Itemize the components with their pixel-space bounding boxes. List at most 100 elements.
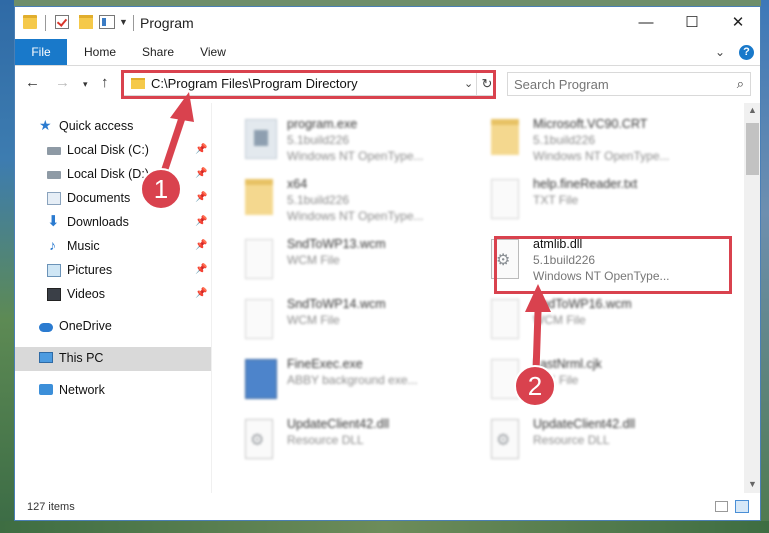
sidebar-item-downloads[interactable]: ⬇ Downloads 📌: [15, 211, 211, 235]
up-button[interactable]: ↑: [101, 74, 109, 91]
sidebar-item-onedrive[interactable]: OneDrive: [15, 315, 211, 339]
annotation-badge-2: 2: [514, 365, 556, 407]
sidebar-item-local-disk-d[interactable]: Local Disk (D:) 📌: [15, 163, 211, 187]
annotation-highlight-address: [121, 70, 496, 99]
sidebar-item-label: Videos: [67, 287, 105, 301]
pin-icon[interactable]: 📌: [195, 264, 207, 275]
annotation-highlight-file: [494, 236, 732, 294]
maximize-button[interactable]: ☐: [669, 7, 715, 39]
details-view-icon[interactable]: [715, 501, 728, 512]
ribbon-tabs: File Home Share View ⌄ ?: [15, 39, 760, 66]
file-item[interactable]: x64 5.1build226 Windows NT OpenType...: [235, 171, 475, 227]
toolbar-separator: [45, 15, 46, 31]
file-name: FineExec.exe: [287, 357, 363, 371]
vertical-scrollbar[interactable]: ▲ ▼: [744, 103, 760, 493]
sidebar-item-network[interactable]: Network: [15, 379, 211, 403]
search-input[interactable]: [514, 76, 724, 92]
file-name: UpdateClient42.dll: [287, 417, 390, 431]
file-name: UpdateClient42.dll: [533, 417, 636, 431]
close-button[interactable]: ✕: [715, 7, 760, 39]
sidebar-item-quick-access[interactable]: ★ Quick access: [15, 115, 211, 139]
pin-icon[interactable]: 📌: [195, 240, 207, 251]
sidebar-item-label: Downloads: [67, 215, 129, 229]
sidebar-item-label: Local Disk (D:): [67, 167, 149, 181]
desktop-background-bottom: [0, 521, 769, 533]
folder-icon: [245, 179, 273, 215]
file-name: SndToWP14.wcm: [287, 297, 386, 311]
file-version: 5.1build226: [287, 193, 350, 207]
new-folder-icon[interactable]: [79, 15, 93, 29]
explorer-window: ▼ Program — ☐ ✕ File Home Share View ⌄ ?…: [14, 6, 761, 521]
file-type: WCM File: [287, 313, 340, 327]
file-type: WCM File: [287, 253, 340, 267]
folder-icon[interactable]: [23, 15, 37, 29]
desktop-background-right: [761, 0, 769, 533]
file-item[interactable]: FineExec.exe ABBY background exe...: [235, 351, 475, 407]
pin-icon[interactable]: 📌: [195, 216, 207, 227]
file-item[interactable]: Microsoft.VC90.CRT 5.1build226 Windows N…: [481, 111, 721, 167]
file-name: program.exe: [287, 117, 358, 131]
tab-view[interactable]: View: [191, 39, 235, 65]
file-item[interactable]: SndToWP16.wcm WCM File: [481, 291, 721, 347]
folder-icon: [491, 119, 519, 155]
disk-icon: [47, 171, 61, 179]
file-item[interactable]: SndToWP14.wcm WCM File: [235, 291, 475, 347]
sidebar-item-pictures[interactable]: Pictures 📌: [15, 259, 211, 283]
window-title: Program: [140, 15, 194, 31]
pin-icon[interactable]: 📌: [195, 288, 207, 299]
customize-toolbar-dropdown-icon[interactable]: ▼: [119, 17, 128, 27]
scroll-thumb[interactable]: [746, 123, 759, 175]
tab-home[interactable]: Home: [75, 39, 125, 65]
properties-check-icon[interactable]: [55, 15, 69, 29]
file-item[interactable]: program.exe 5.1build226 Windows NT OpenT…: [235, 111, 475, 167]
pictures-icon: [47, 264, 61, 277]
downloads-icon: ⬇: [47, 213, 60, 230]
file-item[interactable]: UpdateClient42.dll Resource DLL: [481, 411, 721, 467]
sidebar-item-videos[interactable]: Videos 📌: [15, 283, 211, 307]
documents-icon: [47, 192, 61, 205]
sidebar-item-local-disk-c[interactable]: Local Disk (C:) 📌: [15, 139, 211, 163]
file-type: WCM File: [533, 313, 586, 327]
this-pc-icon: [39, 352, 53, 363]
navigation-pane: ★ Quick access Local Disk (C:) 📌 Local D…: [15, 103, 211, 493]
forward-button[interactable]: →: [55, 74, 70, 91]
disk-icon: [47, 147, 61, 155]
sidebar-item-this-pc[interactable]: This PC: [15, 347, 211, 371]
rename-icon[interactable]: [99, 15, 115, 29]
file-item[interactable]: help.fineReader.txt TXT File: [481, 171, 721, 227]
back-button[interactable]: ←: [25, 74, 40, 91]
scroll-up-icon[interactable]: ▲: [748, 105, 757, 115]
help-icon[interactable]: ?: [739, 45, 754, 60]
pane-divider[interactable]: [211, 103, 212, 493]
file-type: ABBY background exe...: [287, 373, 418, 387]
dll-icon: [491, 419, 519, 459]
pin-icon[interactable]: 📌: [195, 144, 207, 155]
file-version: 5.1build226: [533, 133, 596, 147]
recent-locations-dropdown[interactable]: ▾: [83, 79, 88, 90]
document-icon: [245, 299, 273, 339]
file-item[interactable]: UpdateClient42.dll Resource DLL: [235, 411, 475, 467]
dll-icon: [245, 419, 273, 459]
sidebar-item-music[interactable]: ♪ Music 📌: [15, 235, 211, 259]
search-box[interactable]: ⌕: [507, 72, 751, 96]
sidebar-item-label: OneDrive: [59, 319, 112, 333]
scroll-down-icon[interactable]: ▼: [748, 479, 757, 489]
pin-icon[interactable]: 📌: [195, 192, 207, 203]
pin-icon[interactable]: 📌: [195, 168, 207, 179]
file-name: Microsoft.VC90.CRT: [533, 117, 648, 131]
navigation-bar: ← → ▾ ↑ C:\Program Files\Program Directo…: [15, 66, 760, 102]
network-icon: [39, 384, 53, 395]
file-list: program.exe 5.1build226 Windows NT OpenT…: [215, 103, 743, 493]
minimize-button[interactable]: —: [623, 7, 669, 39]
search-icon[interactable]: ⌕: [737, 76, 744, 92]
file-type: Windows NT OpenType...: [287, 149, 424, 163]
videos-icon: [47, 288, 61, 301]
file-item[interactable]: SndToWP13.wcm WCM File: [235, 231, 475, 287]
title-bar: ▼ Program — ☐ ✕: [15, 7, 760, 39]
document-icon: [491, 179, 519, 219]
tab-share[interactable]: Share: [133, 39, 183, 65]
tiles-view-icon[interactable]: [735, 500, 749, 513]
tab-file[interactable]: File: [15, 39, 67, 65]
sidebar-item-label: Pictures: [67, 263, 113, 277]
chevron-down-icon[interactable]: ⌄: [715, 45, 725, 59]
